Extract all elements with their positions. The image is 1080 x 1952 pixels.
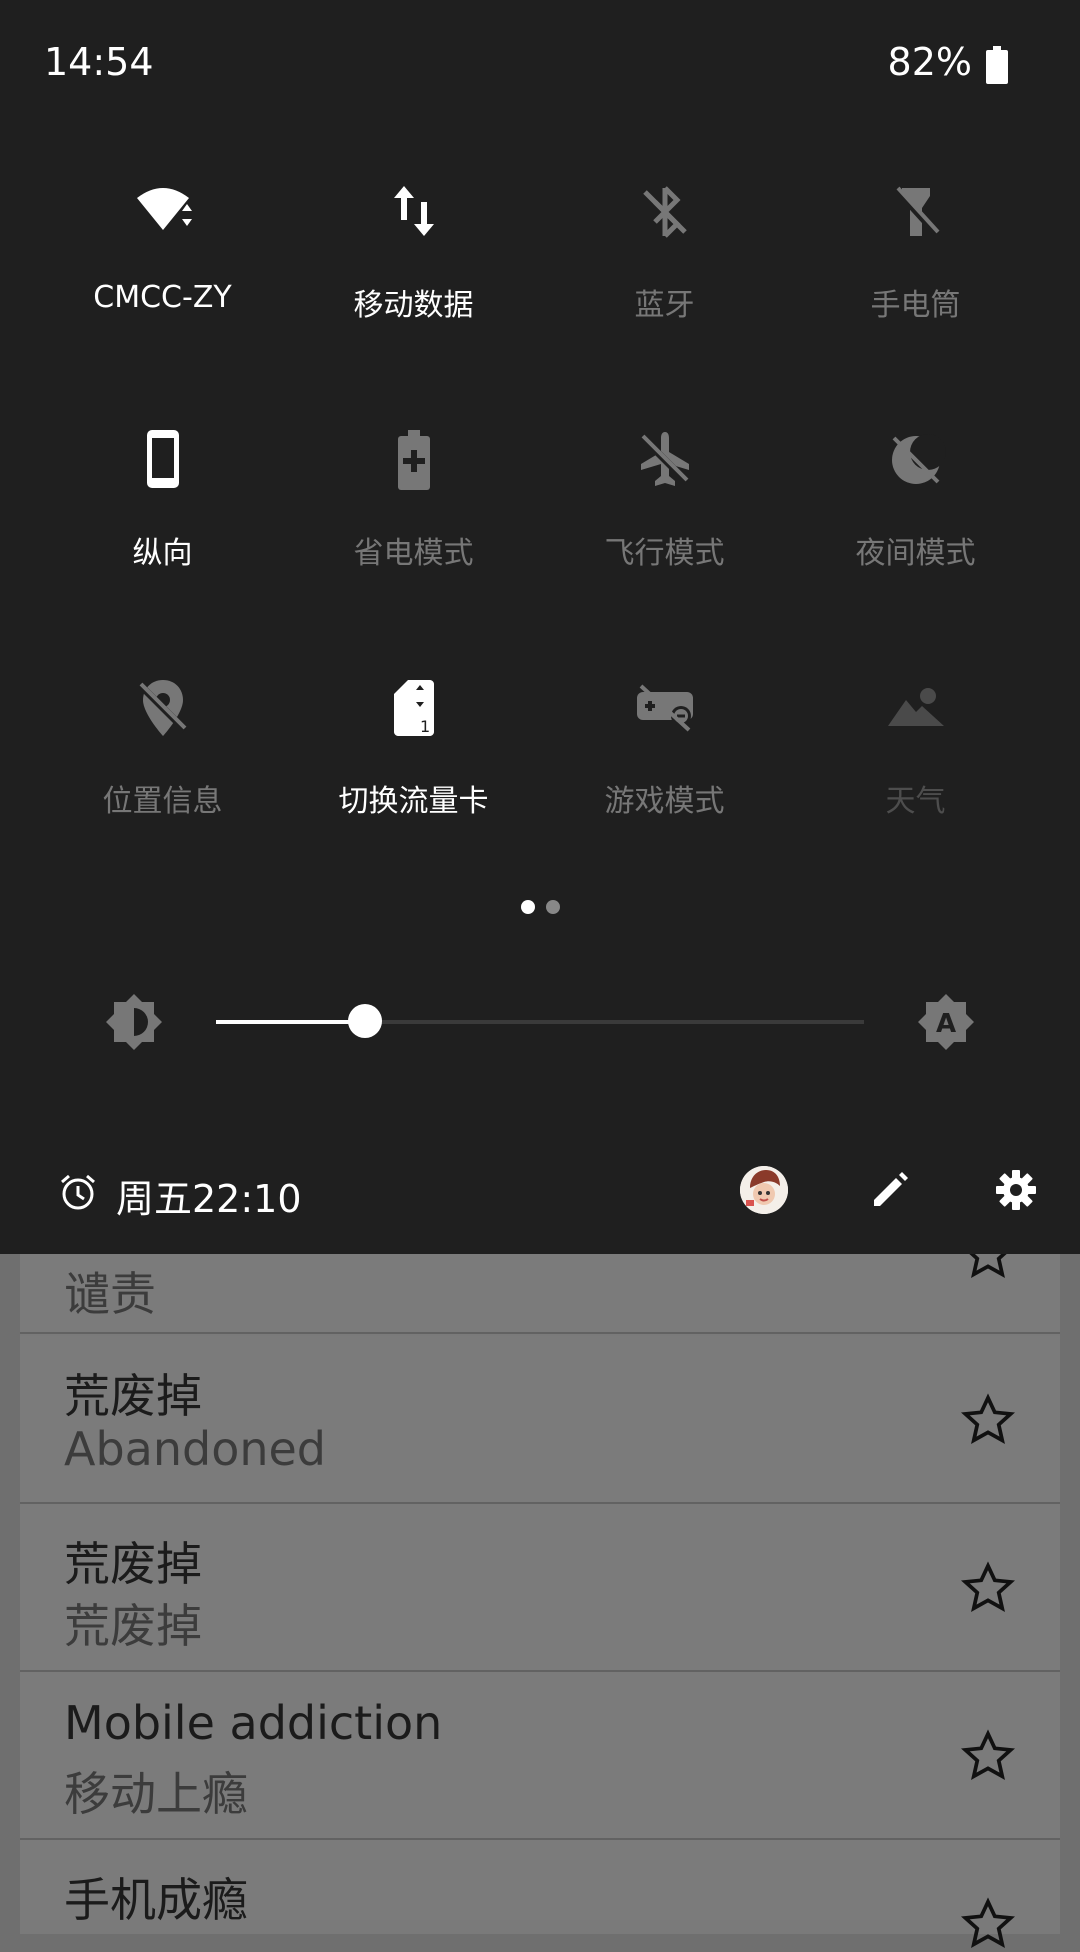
list-item[interactable]: 荒废掉 荒废掉 [20, 1504, 1060, 1672]
tile-game-mode[interactable]: 游戏模式 [539, 676, 790, 856]
settings-icon[interactable] [994, 1168, 1038, 1212]
tile-weather[interactable]: 天气 [790, 676, 1041, 856]
list-item[interactable]: 手机成瘾 [20, 1840, 1060, 1948]
weather-icon [887, 688, 944, 726]
wifi-icon [136, 188, 192, 230]
list-item[interactable]: 荒废掉 Abandoned [20, 1336, 1060, 1504]
list-item[interactable]: Mobile addiction 移动上瘾 [20, 1672, 1060, 1840]
list-item-primary: Mobile addiction [64, 1696, 443, 1750]
tile-label: 位置信息 [102, 784, 223, 819]
star-outline-icon[interactable] [960, 1392, 1016, 1448]
tile-mobile-data[interactable]: 移动数据 [288, 180, 539, 360]
tile-label: 手电筒 [870, 288, 961, 323]
brightness-slider-fill [216, 1020, 365, 1024]
page-indicator-dot-active[interactable] [521, 900, 535, 914]
tile-label: 蓝牙 [634, 288, 695, 323]
location-off-icon [138, 680, 187, 736]
list-item-secondary: Abandoned [64, 1422, 327, 1476]
star-outline-icon[interactable] [960, 1560, 1016, 1616]
user-avatar[interactable] [740, 1166, 788, 1214]
tile-label: 移动数据 [353, 288, 474, 323]
mobile-data-icon [393, 186, 434, 236]
brightness-auto-icon[interactable]: A [914, 990, 978, 1054]
list-item-secondary: 荒废掉 [64, 1599, 202, 1653]
tile-orientation[interactable]: 纵向 [37, 428, 288, 608]
tile-bluetooth[interactable]: 蓝牙 [539, 180, 790, 360]
tile-night-mode[interactable]: 夜间模式 [790, 428, 1041, 608]
battery-percent: 82% [887, 40, 972, 84]
tile-label: 夜间模式 [855, 536, 976, 571]
status-time: 14:54 [44, 40, 154, 84]
list-item-primary: 荒废掉 [64, 1537, 202, 1591]
tile-airplane[interactable]: 飞行模式 [539, 428, 790, 608]
next-alarm-text[interactable]: 周五22:10 [116, 1168, 302, 1223]
battery-icon [986, 46, 1008, 84]
star-outline-icon[interactable] [960, 1896, 1016, 1952]
svg-text:A: A [936, 1009, 956, 1039]
battery-saver-icon [397, 430, 430, 490]
list-item-secondary: 谴责 [64, 1267, 156, 1321]
brightness-slider[interactable] [216, 1004, 864, 1038]
brightness-low-icon [106, 994, 162, 1050]
night-mode-off-icon [891, 434, 946, 484]
tile-label: CMCC-ZY [93, 280, 232, 315]
tile-wifi[interactable]: CMCC-ZY [37, 180, 288, 360]
tile-sim-switch[interactable]: 1 切换流量卡 [288, 676, 539, 856]
alarm-icon [61, 1174, 95, 1210]
tile-label: 天气 [885, 784, 946, 819]
flashlight-off-icon [893, 186, 939, 237]
tile-label: 切换流量卡 [338, 784, 489, 819]
tile-location[interactable]: 位置信息 [37, 676, 288, 856]
page-indicator-dot[interactable] [546, 900, 560, 914]
star-outline-icon[interactable] [960, 1728, 1016, 1784]
brightness-slider-thumb[interactable] [348, 1004, 382, 1038]
tile-flashlight[interactable]: 手电筒 [790, 180, 1041, 360]
edit-icon[interactable] [868, 1168, 912, 1212]
tile-label: 游戏模式 [604, 784, 725, 819]
game-mode-icon [636, 684, 693, 732]
tile-label: 省电模式 [353, 536, 474, 571]
list-item-secondary: 移动上瘾 [64, 1767, 248, 1821]
tile-label: 飞行模式 [604, 536, 725, 571]
quick-settings-panel: 14:54 82% CMCC-ZY 移动数据 蓝牙 手电筒 纵向 省电模式 飞行… [0, 0, 1080, 1254]
tile-battery-saver[interactable]: 省电模式 [288, 428, 539, 608]
sim-switch-icon: 1 [393, 680, 434, 736]
portrait-icon [146, 430, 179, 488]
tile-label: 纵向 [132, 536, 193, 571]
svg-text:1: 1 [420, 717, 430, 736]
bluetooth-off-icon [642, 186, 687, 238]
list-item-primary: 手机成瘾 [64, 1873, 248, 1927]
list-item-primary: 荒废掉 [64, 1369, 202, 1423]
airplane-off-icon [640, 432, 689, 486]
